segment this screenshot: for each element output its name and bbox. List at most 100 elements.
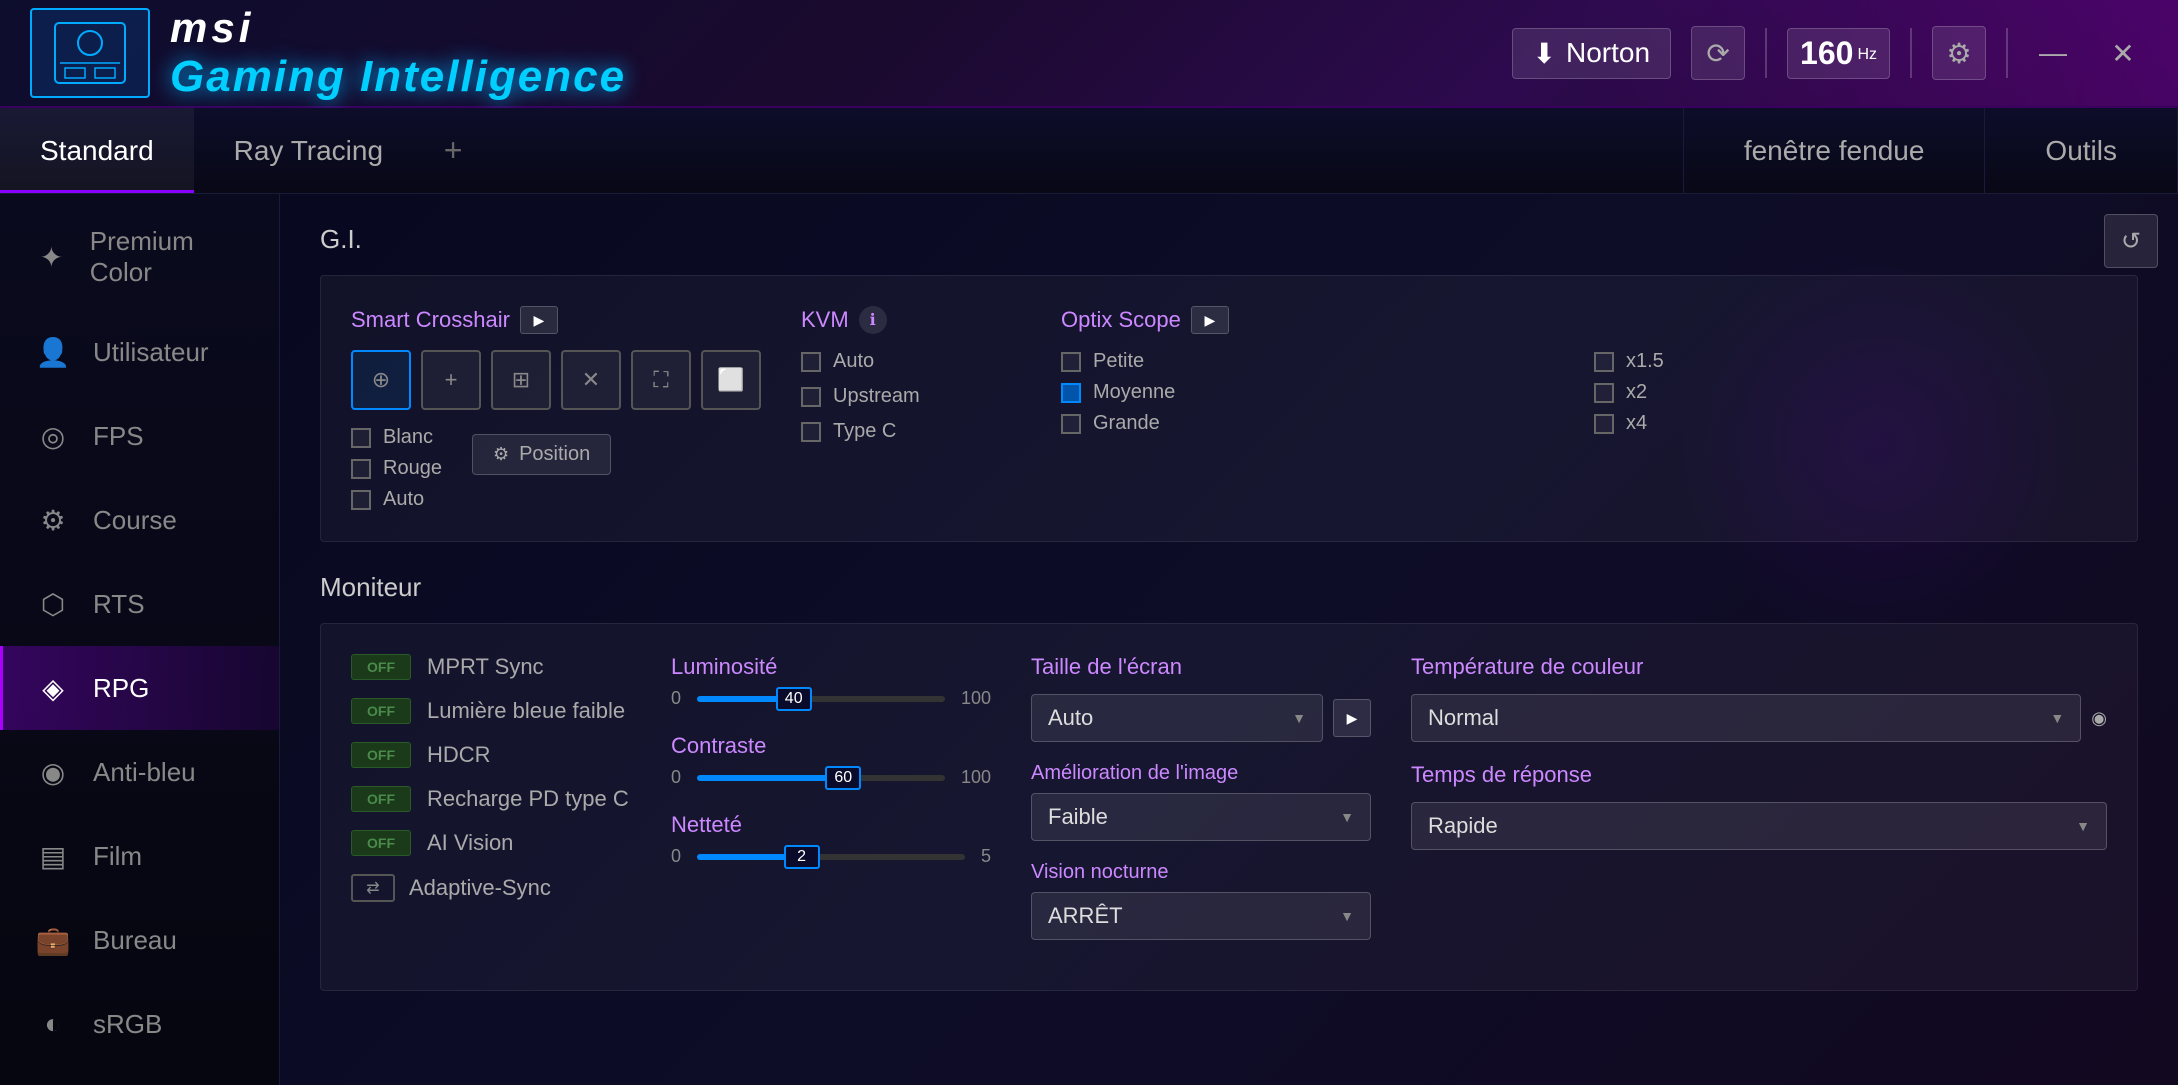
sidebar-item-film[interactable]: ▤ Film xyxy=(0,814,279,898)
optix-grande[interactable]: Grande xyxy=(1061,412,1574,435)
sidebar-item-bureau[interactable]: 💼 Bureau xyxy=(0,898,279,982)
crosshair-icon-0[interactable]: ⊕ xyxy=(351,350,411,410)
taille-ecran-select[interactable]: Auto ▼ xyxy=(1031,694,1323,742)
recharge-toggle[interactable]: OFF xyxy=(351,786,411,812)
sidebar-item-rpg[interactable]: ◈ RPG xyxy=(0,646,279,730)
lumiere-toggle[interactable]: OFF xyxy=(351,698,411,724)
optix-x4[interactable]: x4 xyxy=(1594,412,2107,435)
ai-vision-toggle[interactable]: OFF xyxy=(351,830,411,856)
title-bar: msi Gaming Intelligence ⬇ Norton ⟳ 160 H… xyxy=(0,0,2178,108)
crosshair-icon-3[interactable]: ✕ xyxy=(561,350,621,410)
color-blanc-label: Blanc xyxy=(383,426,433,449)
contraste-track[interactable]: 60 xyxy=(697,775,945,781)
taille-play-button[interactable]: ▶ xyxy=(1333,699,1371,737)
title-right: ⬇ Norton ⟳ 160 Hz ⚙ — ✕ xyxy=(1512,26,2148,80)
color-option-rouge[interactable]: Rouge xyxy=(351,457,442,480)
tab-outils[interactable]: Outils xyxy=(1984,108,2178,193)
optix-x2[interactable]: x2 xyxy=(1594,381,2107,404)
nettete-max: 5 xyxy=(981,846,991,867)
tab-add-button[interactable]: + xyxy=(423,108,483,193)
download-icon: ⬇ xyxy=(1533,37,1556,70)
settings-icon-button[interactable]: ⚙ xyxy=(1932,26,1986,80)
norton-button[interactable]: ⬇ Norton xyxy=(1512,28,1672,79)
radio-grande[interactable] xyxy=(1061,414,1081,434)
kvm-auto-label: Auto xyxy=(833,350,874,373)
temps-reponse-label: Temps de réponse xyxy=(1411,762,2107,788)
radio-rouge[interactable] xyxy=(351,459,371,479)
fps-icon: ◎ xyxy=(33,416,73,456)
msi-brand: msi xyxy=(170,4,626,52)
optix-petite[interactable]: Petite xyxy=(1061,350,1574,373)
vision-nocturne-select[interactable]: ARRÊT ▼ xyxy=(1031,892,1371,940)
luminosite-thumb[interactable]: 40 xyxy=(776,687,812,711)
radio-x2[interactable] xyxy=(1594,383,1614,403)
kvm-option-typec[interactable]: Type C xyxy=(801,420,1021,443)
minimize-button[interactable]: — xyxy=(2028,28,2078,78)
luminosite-track[interactable]: 40 xyxy=(697,696,945,702)
sidebar-item-course[interactable]: ⚙ Course xyxy=(0,478,279,562)
refresh-button[interactable]: ↺ xyxy=(2104,214,2158,268)
sidebar-item-srgb[interactable]: ◐ sRGB xyxy=(0,982,279,1066)
sidebar-item-utilisateur[interactable]: 👤 Utilisateur xyxy=(0,310,279,394)
radio-x4[interactable] xyxy=(1594,414,1614,434)
radio-kvm-typec[interactable] xyxy=(801,422,821,442)
hz-button[interactable]: 160 Hz xyxy=(1787,28,1890,79)
radio-kvm-auto[interactable] xyxy=(801,352,821,372)
nettete-label: Netteté xyxy=(671,812,991,838)
optix-x1-5[interactable]: x1.5 xyxy=(1594,350,2107,373)
optix-play-button[interactable]: ▶ xyxy=(1191,306,1229,334)
nettete-thumb[interactable]: 2 xyxy=(784,845,820,869)
sidebar-item-fps[interactable]: ◎ FPS xyxy=(0,394,279,478)
toggle-lumiere[interactable]: OFF Lumière bleue faible xyxy=(351,698,631,724)
sidebar-item-rts[interactable]: ⬡ RTS xyxy=(0,562,279,646)
toggle-recharge[interactable]: OFF Recharge PD type C xyxy=(351,786,631,812)
sidebar-item-premium-color[interactable]: ✦ Premium Color xyxy=(0,204,279,310)
crosshair-icon-4[interactable]: ⛶ xyxy=(631,350,691,410)
kvm-option-auto[interactable]: Auto xyxy=(801,350,1021,373)
sidebar-item-anti-bleu[interactable]: ◉ Anti-bleu xyxy=(0,730,279,814)
tab-standard[interactable]: Standard xyxy=(0,108,194,193)
color-option-blanc[interactable]: Blanc xyxy=(351,426,442,449)
kvm-options: Auto Upstream Type C xyxy=(801,350,1021,443)
position-button[interactable]: ⚙ Position xyxy=(472,434,611,475)
taille-ecran-row: Auto ▼ ▶ xyxy=(1031,694,1371,742)
toggle-hdcr[interactable]: OFF HDCR xyxy=(351,742,631,768)
radio-petite[interactable] xyxy=(1061,352,1081,372)
crosshair-icon-1[interactable]: + xyxy=(421,350,481,410)
radio-auto[interactable] xyxy=(351,490,371,510)
close-button[interactable]: ✕ xyxy=(2098,28,2148,78)
adaptive-sync-label: Adaptive-Sync xyxy=(409,875,551,901)
crosshair-icon-5[interactable]: ⬜ xyxy=(701,350,761,410)
toggle-ai-vision[interactable]: OFF AI Vision xyxy=(351,830,631,856)
monitor-sliders-col: Luminosité 0 40 100 Contraste xyxy=(671,654,991,960)
temps-reponse-select[interactable]: Rapide ▼ xyxy=(1411,802,2107,850)
temperature-select[interactable]: Normal ▼ xyxy=(1411,694,2081,742)
x4-label: x4 xyxy=(1626,412,1647,435)
kvm-info-icon[interactable]: ℹ xyxy=(859,306,887,334)
optix-options: Petite x1.5 Moyenne x2 xyxy=(1061,350,2107,435)
optix-moyenne[interactable]: Moyenne xyxy=(1061,381,1574,404)
radio-blanc[interactable] xyxy=(351,428,371,448)
hdcr-toggle[interactable]: OFF xyxy=(351,742,411,768)
tab-ray-tracing[interactable]: Ray Tracing xyxy=(194,108,423,193)
smart-crosshair-play-button[interactable]: ▶ xyxy=(520,306,558,334)
temperature-value: Normal xyxy=(1428,705,1499,731)
adaptive-sync-row[interactable]: ⇄ Adaptive-Sync xyxy=(351,874,631,902)
sync-icon-button[interactable]: ⟳ xyxy=(1691,26,1745,80)
tab-fenetre-fendue[interactable]: fenêtre fendue xyxy=(1683,108,1985,193)
radio-moyenne[interactable] xyxy=(1061,383,1081,403)
vision-nocturne-group: Vision nocturne ARRÊT ▼ xyxy=(1031,861,1371,940)
nettete-track[interactable]: 2 xyxy=(697,854,965,860)
crosshair-icon-2[interactable]: ⊞ xyxy=(491,350,551,410)
title-divider xyxy=(1765,28,1767,78)
mprt-toggle[interactable]: OFF xyxy=(351,654,411,680)
radio-kvm-upstream[interactable] xyxy=(801,387,821,407)
amelioration-select[interactable]: Faible ▼ xyxy=(1031,793,1371,841)
position-gear-icon: ⚙ xyxy=(493,444,509,465)
contraste-thumb[interactable]: 60 xyxy=(825,766,861,790)
kvm-option-upstream[interactable]: Upstream xyxy=(801,385,1021,408)
optix-scope-col: Optix Scope ▶ Petite x1.5 xyxy=(1061,306,2107,511)
radio-x1-5[interactable] xyxy=(1594,352,1614,372)
toggle-mprt[interactable]: OFF MPRT Sync xyxy=(351,654,631,680)
color-option-auto[interactable]: Auto xyxy=(351,488,442,511)
